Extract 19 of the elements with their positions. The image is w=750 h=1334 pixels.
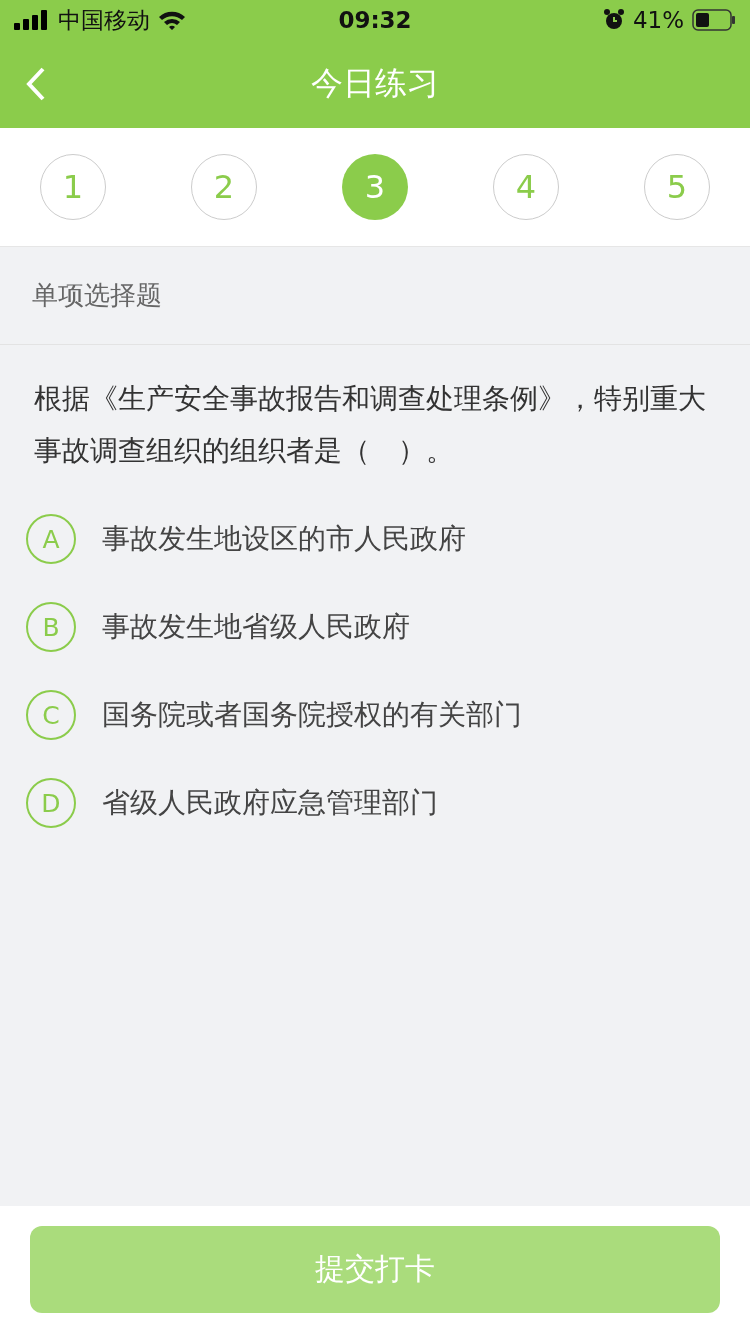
battery-icon <box>692 9 736 31</box>
battery-percent: 41% <box>632 7 684 33</box>
question-text: 根据《生产安全事故报告和调查处理条例》，特别重大事故调查组织的组织者是（ ）。 <box>34 381 707 469</box>
page-title: 今日练习 <box>311 63 439 104</box>
answer-option[interactable]: A 事故发生地设区的市人民政府 <box>26 495 724 583</box>
clock-time: 09:32 <box>338 7 412 33</box>
question-number-tab[interactable]: 3 <box>342 154 408 220</box>
wifi-icon <box>158 10 186 30</box>
question-number-tab[interactable]: 1 <box>40 154 106 220</box>
answer-option[interactable]: B 事故发生地省级人民政府 <box>26 583 724 671</box>
answer-option[interactable]: C 国务院或者国务院授权的有关部门 <box>26 671 724 759</box>
question-number-tab[interactable]: 4 <box>493 154 559 220</box>
question-number-tab[interactable]: 5 <box>644 154 710 220</box>
signal-icon <box>14 10 50 30</box>
question-number-tab[interactable]: 2 <box>191 154 257 220</box>
question-type: 单项选择题 <box>32 279 162 312</box>
alarm-icon <box>602 9 625 31</box>
carrier-name: 中国移动 <box>58 5 150 35</box>
answer-option[interactable]: D 省级人民政府应急管理部门 <box>26 759 724 847</box>
